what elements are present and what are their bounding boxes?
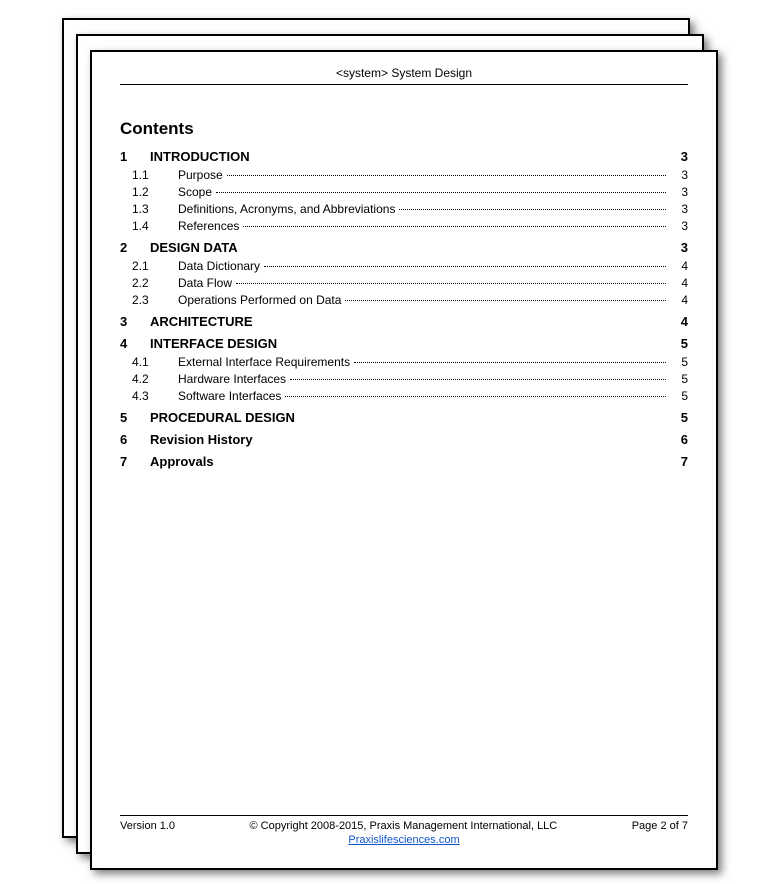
- toc-section-title: Approvals: [150, 454, 214, 469]
- header-rule: [120, 84, 688, 85]
- toc-section-title: INTRODUCTION: [150, 149, 250, 164]
- footer-page-info: Page 2 of 7: [632, 820, 688, 832]
- document-page: <system> System Design Contents 1 INTRODU…: [90, 50, 718, 870]
- document-stage: <system> System Design <system> System D…: [0, 0, 768, 884]
- toc-subsection-page: 4: [670, 276, 688, 290]
- toc-section-number: 1: [120, 149, 140, 164]
- toc-subsection-title: Hardware Interfaces: [178, 372, 286, 386]
- toc-subsection-number: 4.2: [120, 372, 172, 386]
- toc-section-title: PROCEDURAL DESIGN: [150, 410, 295, 425]
- toc-section-title: INTERFACE DESIGN: [150, 336, 277, 351]
- footer-link[interactable]: Praxislifesciences.com: [348, 834, 459, 846]
- toc-section-title: DESIGN DATA: [150, 240, 238, 255]
- toc-subsection-number: 1.1: [120, 168, 172, 182]
- toc-subsection-page: 3: [670, 219, 688, 233]
- toc-subsection-title: Scope: [178, 185, 212, 199]
- toc-subsection-title: Data Flow: [178, 276, 232, 290]
- toc-section-page: 3: [670, 149, 688, 164]
- toc-subsection-number: 1.3: [120, 202, 172, 216]
- toc-section-number: 7: [120, 454, 140, 469]
- toc-subsection-number: 4.3: [120, 389, 172, 403]
- page-header-title: <system> System Design: [120, 66, 688, 84]
- toc-subsection-title: References: [178, 219, 239, 233]
- toc-section-number: 3: [120, 314, 140, 329]
- toc-section-page: 3: [670, 240, 688, 255]
- toc-section-number: 5: [120, 410, 140, 425]
- toc-subsection-page: 5: [670, 372, 688, 386]
- toc-subsection-number: 2.2: [120, 276, 172, 290]
- toc-subsection-row: 2.1 Data Dictionary 4: [120, 259, 688, 273]
- toc-subsection-number: 4.1: [120, 355, 172, 369]
- toc-subsection-row: 1.2 Scope 3: [120, 185, 688, 199]
- toc-subsection-row: 4.2 Hardware Interfaces 5: [120, 372, 688, 386]
- toc-subsection-page: 5: [670, 355, 688, 369]
- toc-subsection-title: Definitions, Acronyms, and Abbreviations: [178, 202, 395, 216]
- toc-section-row: 6 Revision History 6: [120, 432, 688, 447]
- toc-section-title: Revision History: [150, 432, 253, 447]
- toc-subsection-row: 2.2 Data Flow 4: [120, 276, 688, 290]
- toc-section-number: 2: [120, 240, 140, 255]
- toc-subsection-page: 3: [670, 168, 688, 182]
- toc-section-page: 4: [670, 314, 688, 329]
- toc-section-row: 3 ARCHITECTURE 4: [120, 314, 688, 329]
- toc-section-row: 7 Approvals 7: [120, 454, 688, 469]
- toc-section-title: ARCHITECTURE: [150, 314, 253, 329]
- toc-section-number: 4: [120, 336, 140, 351]
- toc-leader-dots: [345, 300, 666, 301]
- toc-section-page: 7: [670, 454, 688, 469]
- toc-subsection-title: Data Dictionary: [178, 259, 260, 273]
- toc-leader-dots: [243, 226, 666, 227]
- page-footer: Version 1.0 © Copyright 2008-2015, Praxi…: [120, 815, 688, 846]
- toc-section-number: 6: [120, 432, 140, 447]
- toc-subsection-row: 4.1 External Interface Requirements 5: [120, 355, 688, 369]
- toc-subsection-number: 1.4: [120, 219, 172, 233]
- toc-subsection-page: 5: [670, 389, 688, 403]
- contents-heading: Contents: [120, 119, 688, 139]
- toc-leader-dots: [399, 209, 666, 210]
- toc-section-row: 4 INTERFACE DESIGN 5: [120, 336, 688, 351]
- toc-subsection-title: External Interface Requirements: [178, 355, 350, 369]
- toc-section-row: 2 DESIGN DATA 3: [120, 240, 688, 255]
- toc-section-row: 1 INTRODUCTION 3: [120, 149, 688, 164]
- toc-subsection-page: 3: [670, 185, 688, 199]
- toc-section-page: 6: [670, 432, 688, 447]
- toc-subsection-row: 1.1 Purpose 3: [120, 168, 688, 182]
- toc-subsection-row: 2.3 Operations Performed on Data 4: [120, 293, 688, 307]
- toc-leader-dots: [290, 379, 666, 380]
- toc-subsection-page: 3: [670, 202, 688, 216]
- footer-version: Version 1.0: [120, 820, 175, 832]
- toc-section-page: 5: [670, 336, 688, 351]
- toc-section-row: 5 PROCEDURAL DESIGN 5: [120, 410, 688, 425]
- toc-subsection-title: Software Interfaces: [178, 389, 281, 403]
- toc-leader-dots: [285, 396, 666, 397]
- toc-leader-dots: [236, 283, 666, 284]
- toc-subsection-number: 2.3: [120, 293, 172, 307]
- toc-subsection-row: 1.3 Definitions, Acronyms, and Abbreviati…: [120, 202, 688, 216]
- toc-section-page: 5: [670, 410, 688, 425]
- toc-subsection-row: 4.3 Software Interfaces 5: [120, 389, 688, 403]
- toc-subsection-title: Purpose: [178, 168, 223, 182]
- toc-subsection-title: Operations Performed on Data: [178, 293, 341, 307]
- table-of-contents: 1 INTRODUCTION 3 1.1 Purpose 3 1.2 Scope 3 1.3 Def…: [120, 149, 688, 469]
- toc-leader-dots: [216, 192, 666, 193]
- toc-subsection-page: 4: [670, 293, 688, 307]
- toc-leader-dots: [264, 266, 666, 267]
- toc-subsection-row: 1.4 References 3: [120, 219, 688, 233]
- toc-leader-dots: [227, 175, 666, 176]
- footer-copyright: © Copyright 2008-2015, Praxis Management…: [250, 820, 558, 832]
- toc-subsection-page: 4: [670, 259, 688, 273]
- toc-subsection-number: 1.2: [120, 185, 172, 199]
- toc-leader-dots: [354, 362, 666, 363]
- toc-subsection-number: 2.1: [120, 259, 172, 273]
